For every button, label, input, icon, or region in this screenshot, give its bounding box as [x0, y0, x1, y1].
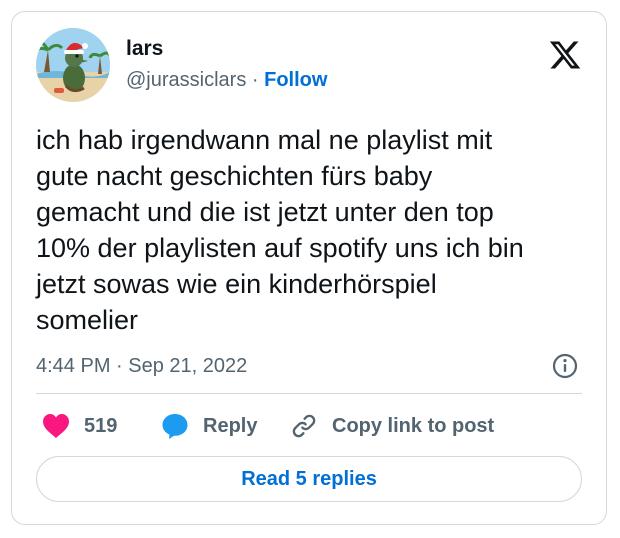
tweet-date[interactable]: Sep 21, 2022	[128, 355, 247, 377]
action-bar: 519 Reply Copy link to post	[36, 408, 582, 444]
tweet-timestamp: 4:44 PM · Sep 21, 2022	[36, 351, 582, 381]
reply-bubble-icon	[162, 414, 188, 439]
divider	[36, 393, 582, 394]
user-handle[interactable]: @jurassiclars	[126, 69, 246, 91]
info-icon[interactable]	[552, 353, 578, 379]
x-logo-icon[interactable]	[548, 38, 582, 72]
handle-row: @jurassiclars · Follow	[126, 68, 327, 92]
tweet-time[interactable]: 4:44 PM	[36, 355, 110, 377]
reply-label: Reply	[203, 414, 258, 437]
tweet-header: lars @jurassiclars · Follow	[36, 28, 582, 104]
avatar-dinosaur-icon	[36, 28, 110, 102]
reply-button[interactable]: Reply	[161, 408, 257, 444]
like-button[interactable]: 519	[42, 408, 117, 444]
copy-link-label: Copy link to post	[332, 414, 495, 437]
follow-button[interactable]: Follow	[264, 69, 327, 91]
link-icon	[292, 414, 316, 438]
like-count: 519	[84, 414, 118, 437]
separator: ·	[251, 69, 259, 91]
tweet-card: lars @jurassiclars · Follow ich hab irge…	[11, 11, 607, 525]
display-name[interactable]: lars	[126, 36, 327, 62]
avatar[interactable]	[36, 28, 110, 102]
tweet-text: ich hab irgendwann mal ne playlist mit g…	[36, 125, 524, 335]
copy-link-button[interactable]: Copy link to post	[290, 408, 494, 444]
heart-icon	[43, 414, 69, 438]
user-info: lars @jurassiclars · Follow	[126, 36, 327, 92]
separator: ·	[116, 355, 123, 377]
read-replies-button[interactable]: Read 5 replies	[36, 456, 582, 502]
